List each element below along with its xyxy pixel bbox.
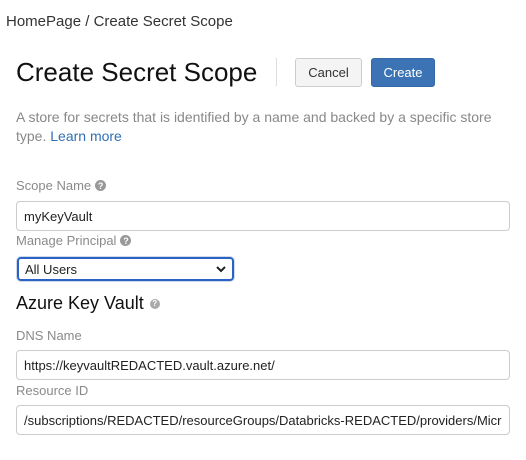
help-icon[interactable]: ? [95, 180, 107, 191]
help-icon[interactable]: ? [149, 298, 160, 309]
dns-name-label: DNS Name [16, 328, 82, 343]
page-description: A store for secrets that is identified b… [16, 108, 506, 146]
azure-key-vault-heading-text: Azure Key Vault [16, 293, 144, 313]
breadcrumb-home-link[interactable]: HomePage [6, 13, 81, 30]
azure-key-vault-heading: Azure Key Vault? [16, 293, 160, 314]
resource-id-value: /subscriptions/REDACTED/resourceGroups/D… [24, 412, 502, 428]
cancel-button[interactable]: Cancel [295, 58, 362, 87]
scope-name-input[interactable]: myKeyVault [16, 201, 510, 231]
dns-name-input[interactable]: https://keyvaultREDACTED.vault.azure.net… [16, 350, 510, 380]
help-icon[interactable]: ? [120, 235, 132, 246]
resource-id-label: Resource ID [16, 383, 89, 398]
learn-more-link[interactable]: Learn more [50, 128, 122, 144]
manage-principal-select[interactable]: All Users [17, 257, 234, 281]
breadcrumb-current: Create Secret Scope [93, 13, 233, 30]
chevron-down-icon [216, 265, 226, 272]
resource-id-input[interactable]: /subscriptions/REDACTED/resourceGroups/D… [16, 405, 510, 435]
manage-principal-label: Manage Principal? [16, 233, 132, 248]
scope-name-label: Scope Name? [16, 178, 107, 193]
create-button[interactable]: Create [371, 58, 435, 87]
header-divider [276, 58, 277, 86]
manage-principal-selected: All Users [25, 261, 78, 277]
scope-name-label-text: Scope Name [16, 178, 92, 193]
breadcrumb-separator: / [81, 13, 94, 30]
dns-name-value: https://keyvaultREDACTED.vault.azure.net… [24, 357, 275, 373]
page-title: Create Secret Scope [16, 57, 258, 87]
scope-name-value: myKeyVault [24, 208, 93, 224]
breadcrumb: HomePage / Create Secret Scope [6, 13, 233, 30]
manage-principal-label-text: Manage Principal [16, 233, 117, 248]
